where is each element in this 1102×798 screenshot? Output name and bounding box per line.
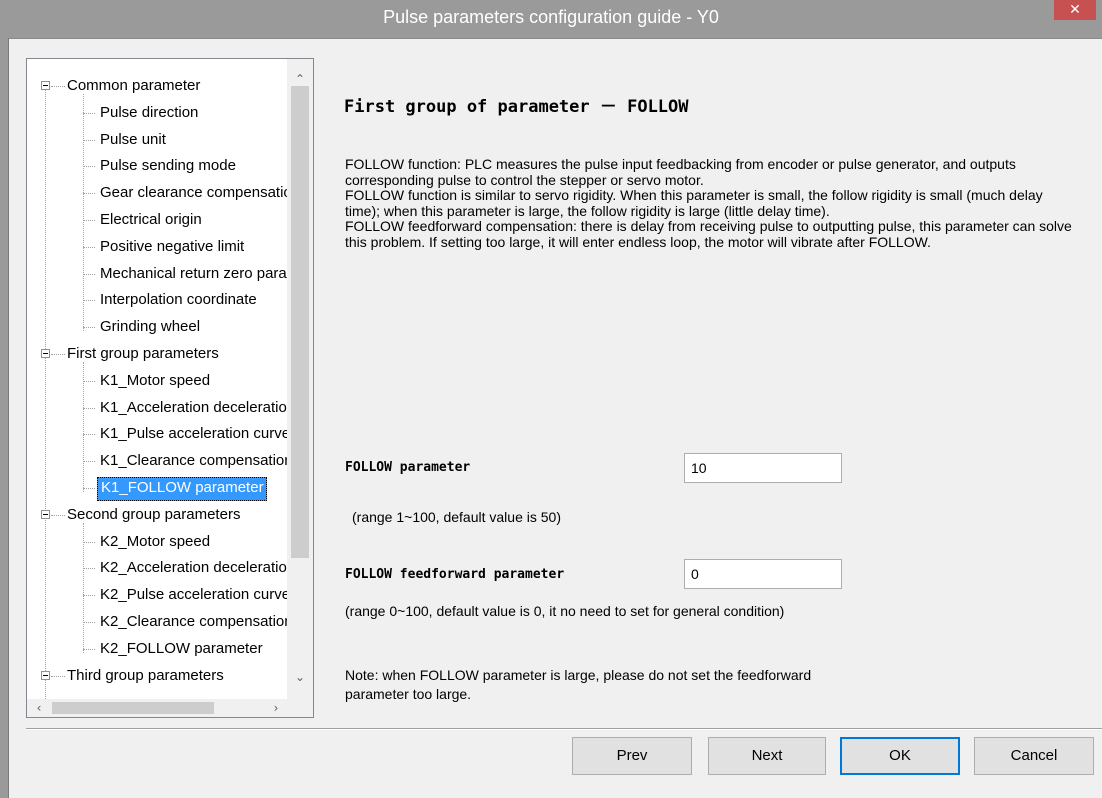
tree-item[interactable]: K2_Acceleration deceleration	[97, 557, 288, 579]
tree-item[interactable]: K1_Motor speed	[97, 370, 210, 392]
feedforward-parameter-input[interactable]	[684, 559, 842, 589]
ok-button[interactable]: OK	[840, 737, 960, 775]
collapse-icon[interactable]	[41, 670, 50, 680]
description-text: FOLLOW function: PLC measures the pulse …	[345, 156, 1080, 250]
prev-button[interactable]: Prev	[572, 737, 692, 775]
tree-item[interactable]: K2_FOLLOW parameter	[97, 638, 263, 660]
collapse-icon[interactable]	[41, 509, 50, 519]
tree-item[interactable]: K1_FOLLOW parameter	[97, 477, 267, 501]
follow-parameter-input[interactable]	[684, 453, 842, 483]
follow-parameter-hint: (range 1~100, default value is 50)	[352, 509, 561, 525]
note-line-1: Note: when FOLLOW parameter is large, pl…	[345, 667, 812, 683]
tree-item[interactable]: K2_Motor speed	[97, 531, 210, 553]
tree-vertical-scrollbar[interactable]: ⌃ ⌄	[287, 59, 313, 699]
tree-item[interactable]: Interpolation coordinate	[97, 289, 257, 311]
next-button[interactable]: Next	[708, 737, 826, 775]
scroll-left-icon[interactable]: ‹	[29, 699, 49, 717]
tree-item[interactable]: K1_Clearance compensation	[97, 450, 288, 472]
tree-group[interactable]: First group parameters	[67, 343, 219, 365]
parameter-tree[interactable]: Common parameter Pulse direction Pulse uni…	[26, 58, 314, 718]
tree-horizontal-scrollbar[interactable]: ‹ ›	[27, 699, 288, 717]
scroll-right-icon[interactable]: ›	[266, 699, 286, 717]
tree-group[interactable]: Third group parameters	[67, 665, 224, 687]
tree-group[interactable]: Second group parameters	[67, 504, 240, 526]
tree-item[interactable]: Pulse unit	[97, 129, 166, 151]
collapse-icon[interactable]	[41, 81, 50, 90]
scroll-corner	[287, 699, 313, 717]
window-frame-left	[0, 38, 8, 798]
close-icon: ✕	[1069, 2, 1081, 18]
tree-item[interactable]: Mechanical return zero parameter	[97, 263, 288, 285]
note-line-2: parameter too large.	[345, 686, 472, 702]
tree-item[interactable]: K2_Pulse acceleration curve	[97, 584, 288, 606]
collapse-icon[interactable]	[41, 349, 50, 358]
window-frame-edge	[8, 38, 9, 798]
title-bar: Pulse parameters configuration guide - Y…	[0, 0, 1102, 39]
description-paragraph: FOLLOW feedforward compensation: there i…	[345, 218, 1072, 250]
tree-group[interactable]: Common parameter	[67, 75, 200, 97]
tree-item[interactable]: Gear clearance compensation	[97, 182, 288, 204]
feedforward-parameter-hint: (range 0~100, default value is 0, it no …	[345, 603, 785, 619]
tree-item[interactable]: Positive negative limit	[97, 236, 244, 258]
footer-divider	[26, 728, 1102, 730]
tree-item[interactable]: K1_Pulse acceleration curve	[97, 423, 288, 445]
tree-item[interactable]: K1_Acceleration deceleration	[97, 397, 288, 419]
tree-item[interactable]: Grinding wheel	[97, 316, 200, 338]
tree-item[interactable]: Pulse sending mode	[97, 155, 236, 177]
description-paragraph: FOLLOW function is similar to servo rigi…	[345, 187, 1043, 219]
window-title: Pulse parameters configuration guide - Y…	[383, 7, 719, 27]
feedforward-parameter-label: FOLLOW feedforward parameter	[345, 567, 565, 582]
tree-item[interactable]: Electrical origin	[97, 209, 202, 231]
cancel-button[interactable]: Cancel	[974, 737, 1094, 775]
follow-parameter-label: FOLLOW parameter	[345, 460, 471, 475]
page-heading: First group of parameter － FOLLOW	[344, 97, 689, 117]
vertical-scroll-thumb[interactable]	[291, 86, 309, 558]
tree-item[interactable]: Pulse direction	[97, 102, 198, 124]
description-paragraph: FOLLOW function: PLC measures the pulse …	[345, 156, 1016, 188]
tree-item[interactable]: K2_Clearance compensation	[97, 611, 288, 633]
horizontal-scroll-thumb[interactable]	[52, 702, 214, 714]
scroll-down-icon[interactable]: ⌄	[287, 667, 313, 687]
tree-content: Common parameter Pulse direction Pulse uni…	[27, 59, 288, 699]
close-button[interactable]: ✕	[1054, 0, 1096, 20]
